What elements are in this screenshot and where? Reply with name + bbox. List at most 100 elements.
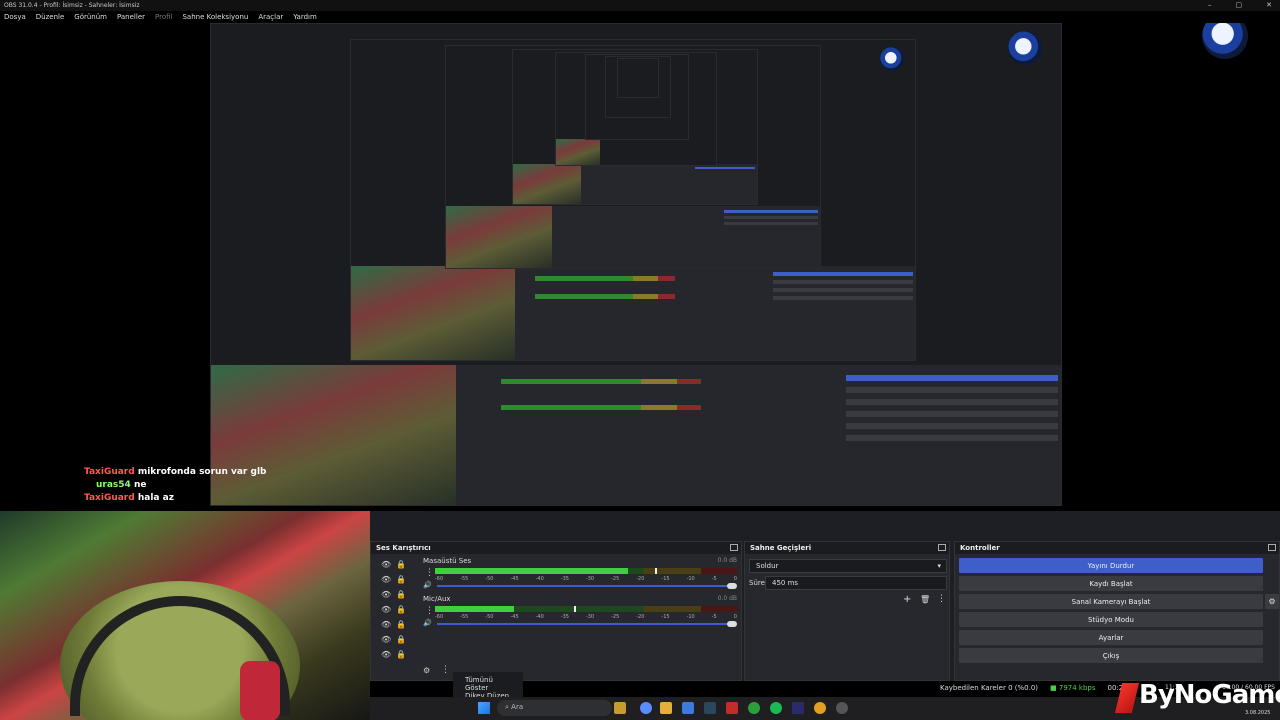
- chrome-icon[interactable]: [814, 702, 826, 714]
- studio-mode-button[interactable]: Stüdyo Modu: [959, 612, 1263, 627]
- bitrate-indicator: ■ 7974 kbps: [1050, 684, 1096, 692]
- chat-message: TaxiGuard hala az: [84, 493, 174, 503]
- virtual-camera-settings-icon[interactable]: ⚙: [1265, 594, 1279, 609]
- spotify-icon[interactable]: [770, 702, 782, 714]
- channel-menu-icon[interactable]: ⋮: [425, 568, 434, 578]
- status-bar: Kaybedilen Kareler 0 (%0.0) ■ 7974 kbps …: [940, 684, 1123, 692]
- close-button[interactable]: ✕: [1266, 1, 1272, 9]
- menu-edit[interactable]: Düzenle: [36, 13, 65, 21]
- obs-icon[interactable]: [836, 702, 848, 714]
- transition-select[interactable]: Soldur ▾: [749, 559, 947, 573]
- minimize-button[interactable]: –: [1208, 1, 1212, 9]
- meter-peak: [655, 568, 658, 574]
- mixer-channel-mic: Mic/Aux 0.0 dB ⋮ -60 -55 -50 -45 -40 -35 -30 -2…: [371, 592, 741, 630]
- mixer-menu-icon[interactable]: ⋮: [441, 665, 450, 675]
- menu-scene-collection[interactable]: Sahne Koleksiyonu: [182, 13, 248, 21]
- meter-ticks: -60 -55 -50 -45 -40 -35 -30 -25 -20 -15 -10 -5 0: [435, 614, 737, 620]
- volume-knob[interactable]: [727, 583, 737, 589]
- volume-slider[interactable]: [437, 585, 733, 587]
- menu-help[interactable]: Yardım: [293, 13, 317, 21]
- audio-mixer-panel: Ses Karıştırıcı 👁 👁 👁 👁 👁 👁 👁 🔒 🔒 🔒 🔒 🔒 …: [370, 541, 742, 681]
- title-bar: OBS 31.0.4 - Profil: İsimsiz - Sahneler:…: [0, 0, 1280, 11]
- menu-view[interactable]: Görünüm: [74, 13, 107, 21]
- meter-tick-label: -5: [711, 614, 717, 620]
- window-title: OBS 31.0.4 - Profil: İsimsiz - Sahneler:…: [4, 2, 140, 9]
- taskbar-date: 3.08.2025: [1245, 710, 1271, 716]
- store-icon[interactable]: [682, 702, 694, 714]
- meter-tick-label: -25: [611, 614, 620, 620]
- channel-db: 0.0 dB: [717, 557, 737, 564]
- eye-icon[interactable]: 👁: [381, 650, 391, 659]
- meter-tick-label: -20: [636, 614, 645, 620]
- meter-tick-label: -35: [560, 614, 569, 620]
- volume-meter: [435, 606, 737, 612]
- audio-mixer-header: Ses Karıştırıcı: [371, 542, 741, 554]
- menu-item-show-all[interactable]: Tümünü Göster: [453, 672, 523, 692]
- app-icon[interactable]: [726, 702, 738, 714]
- maximize-button[interactable]: ▢: [1236, 1, 1243, 9]
- chevron-down-icon: ▾: [937, 562, 941, 570]
- meter-tick-label: -50: [485, 614, 494, 620]
- dropped-frames: Kaybedilen Kareler 0 (%0.0): [940, 684, 1039, 692]
- meter-tick-label: -60: [435, 614, 444, 620]
- lock-icon[interactable]: 🔒: [396, 635, 406, 644]
- undock-icon[interactable]: [1268, 544, 1276, 551]
- channel-menu-icon[interactable]: ⋮: [425, 606, 434, 616]
- brand-logo-icon: [1115, 683, 1139, 713]
- chat-overlay: TaxiGuard mikrofonda sorun var glb uras5…: [84, 467, 266, 503]
- speaker-icon[interactable]: 🔊: [423, 619, 432, 627]
- menu-profile[interactable]: Profil: [155, 13, 172, 21]
- meter-tick-label: -60: [435, 576, 444, 582]
- meter-tick-label: -5: [711, 576, 717, 582]
- lock-icon[interactable]: 🔒: [396, 650, 406, 659]
- duration-label: Süre: [749, 579, 765, 587]
- nested-capture-8: [617, 58, 659, 98]
- eye-icon[interactable]: 👁: [381, 635, 391, 644]
- settings-button[interactable]: Ayarlar: [959, 630, 1263, 645]
- meter-tick-label: -15: [661, 576, 670, 582]
- widget-icon[interactable]: [614, 702, 626, 714]
- stop-streaming-button[interactable]: Yayını Durdur: [959, 558, 1263, 573]
- meter-tick-label: -40: [535, 576, 544, 582]
- transitions-header: Sahne Geçişleri: [745, 542, 949, 554]
- start-virtual-camera-button[interactable]: Sanal Kamerayı Başlat: [959, 594, 1263, 609]
- preview-canvas[interactable]: TaxiGuard mikrofonda sorun var glb uras5…: [0, 23, 1280, 511]
- windows-start-icon[interactable]: [478, 702, 490, 714]
- menu-docks[interactable]: Paneller: [117, 13, 145, 21]
- meter-tick-label: -10: [686, 614, 695, 620]
- menu-file[interactable]: Dosya: [4, 13, 26, 21]
- meter-fill: [435, 606, 514, 612]
- mixer-settings-icon[interactable]: ⚙: [423, 666, 430, 675]
- meter-tick-label: 0: [733, 614, 737, 620]
- scene-transitions-panel: Sahne Geçişleri Soldur ▾ Süre 450 ms + 🗑…: [744, 541, 950, 681]
- volume-meter: [435, 568, 737, 574]
- meter-tick-label: -30: [585, 614, 595, 620]
- menu-bar: Dosya Düzenle Görünüm Paneller Profil Sa…: [0, 11, 317, 23]
- controls-header: Kontroller: [955, 542, 1279, 554]
- channel-name: Masaüstü Ses: [423, 557, 472, 565]
- controls-title: Kontroller: [960, 544, 1000, 552]
- copilot-icon[interactable]: [640, 702, 652, 714]
- duration-input[interactable]: 450 ms: [765, 576, 947, 590]
- undock-icon[interactable]: [730, 544, 738, 551]
- meter-tick-label: -40: [535, 614, 544, 620]
- menu-tools[interactable]: Araçlar: [258, 13, 283, 21]
- undock-icon[interactable]: [938, 544, 946, 551]
- volume-slider[interactable]: [437, 623, 733, 625]
- start-recording-button[interactable]: Kaydı Başlat: [959, 576, 1263, 591]
- mixer-channel-desktop: Masaüstü Ses 0.0 dB ⋮ -60 -55 -50 -45 -40 -35…: [371, 554, 741, 592]
- xbox-icon[interactable]: [748, 702, 760, 714]
- exit-button[interactable]: Çıkış: [959, 648, 1263, 663]
- transition-menu-button[interactable]: ⋮: [937, 594, 946, 604]
- speaker-icon[interactable]: 🔊: [423, 581, 432, 589]
- meter-fill: [435, 568, 629, 574]
- taskbar-search[interactable]: ⌕ Ara: [497, 700, 612, 716]
- steam-icon[interactable]: [704, 702, 716, 714]
- shark-logo-icon: [1202, 23, 1248, 59]
- folder-icon[interactable]: [660, 702, 672, 714]
- delete-transition-button[interactable]: 🗑: [920, 595, 930, 604]
- add-transition-button[interactable]: +: [903, 594, 911, 605]
- premiere-icon[interactable]: [792, 702, 804, 714]
- audio-mixer-title: Ses Karıştırıcı: [376, 544, 431, 552]
- volume-knob[interactable]: [727, 621, 737, 627]
